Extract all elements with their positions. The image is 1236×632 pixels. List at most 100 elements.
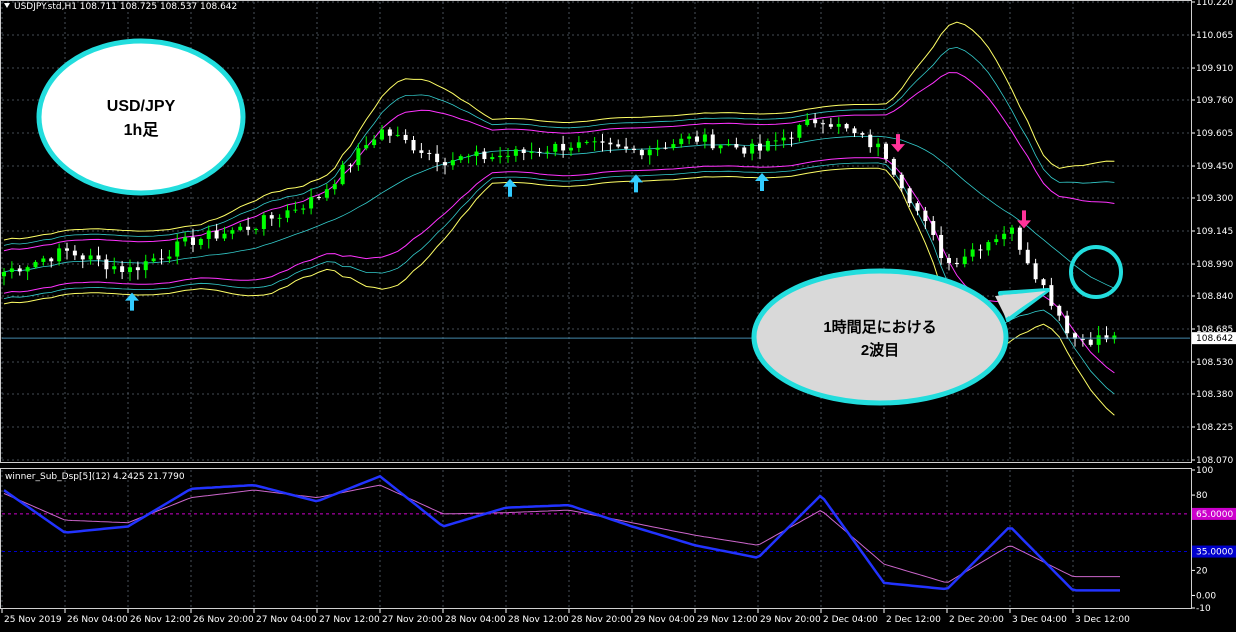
x-tick-label: 27 Nov 20:00: [382, 615, 443, 625]
callout-second-wave-line2: 2波目: [861, 341, 899, 359]
y-tick-label: 110.220: [1196, 0, 1233, 8]
candle-body: [395, 134, 400, 136]
candle-body: [789, 137, 794, 139]
candle-body: [797, 124, 802, 138]
candle-body: [1049, 285, 1054, 306]
candle-body: [939, 234, 944, 259]
candle-body: [332, 184, 337, 190]
candle-body: [899, 174, 904, 189]
candle-body: [403, 134, 408, 140]
candle-body: [679, 138, 684, 145]
x-tick-label: 27 Nov 04:00: [256, 615, 317, 625]
candle-body: [891, 158, 896, 175]
candle-body: [978, 249, 983, 251]
candle-body: [222, 233, 227, 239]
y-tick-label: 108.530: [1196, 358, 1233, 368]
candle-body: [435, 153, 440, 163]
candle-body: [821, 123, 825, 125]
candle-body: [1010, 227, 1014, 234]
candle-body: [17, 268, 22, 272]
candle-body: [159, 258, 164, 260]
candle-body: [1025, 249, 1030, 264]
x-tick-label: 29 Nov 04:00: [634, 615, 695, 625]
candle-body: [450, 160, 455, 166]
candle-body: [506, 155, 510, 157]
osc-level-label: 65.0000: [1196, 510, 1233, 520]
candle-body: [65, 248, 69, 251]
y-tick-label: 109.760: [1196, 96, 1233, 106]
candle-body: [616, 144, 621, 147]
candle-body: [309, 197, 314, 209]
candle-body: [1002, 233, 1007, 240]
candle-body: [57, 248, 62, 262]
x-tick-label: 2 Dec 20:00: [949, 615, 1004, 625]
x-tick-label: 27 Nov 12:00: [319, 615, 380, 625]
candle-body: [569, 147, 573, 151]
candle-body: [135, 267, 140, 271]
candle-body: [1033, 263, 1038, 280]
candle-body: [72, 250, 77, 256]
candle-body: [380, 129, 384, 140]
y-tick-label: 108.840: [1196, 292, 1233, 302]
candle-body: [340, 164, 345, 185]
candle-body: [104, 259, 109, 270]
candle-body: [852, 128, 857, 134]
candle-body: [214, 230, 219, 239]
candle-body: [553, 143, 558, 152]
y-tick-label: 109.605: [1196, 129, 1233, 139]
candle-body: [884, 143, 888, 159]
candle-body: [813, 119, 818, 124]
candle-body: [765, 141, 770, 151]
x-tick-label: 3 Dec 12:00: [1075, 615, 1130, 625]
candle-body: [88, 255, 93, 260]
x-tick-label: 29 Nov 12:00: [697, 615, 758, 625]
candle-body: [608, 142, 613, 145]
candle-body: [836, 123, 841, 127]
osc-tick-label: 80: [1196, 491, 1208, 501]
candle-body: [167, 256, 172, 259]
y-tick-label: 109.450: [1196, 162, 1233, 172]
candle-body: [206, 230, 211, 239]
candle-body: [277, 217, 282, 219]
x-tick-label: 25 Nov 2019: [4, 615, 62, 625]
candle-body: [931, 221, 936, 235]
x-tick-label: 2 Dec 04:00: [823, 615, 878, 625]
candle-body: [844, 123, 849, 129]
candle-body: [702, 134, 707, 142]
x-tick-label: 26 Nov 20:00: [193, 615, 254, 625]
candle-body: [513, 149, 518, 156]
candle-body: [120, 266, 125, 273]
candle-body: [695, 136, 699, 142]
candle-body: [994, 239, 999, 243]
y-tick-label: 109.300: [1196, 194, 1233, 204]
candle-body: [632, 148, 636, 151]
candle-body: [25, 267, 30, 272]
candle-body: [860, 133, 865, 135]
candle-body: [198, 238, 203, 245]
candle-body: [143, 261, 148, 271]
candle-body: [545, 151, 550, 153]
candle-body: [466, 156, 471, 158]
candle-body: [2, 271, 6, 277]
candle-body: [443, 162, 447, 166]
candle-body: [947, 258, 951, 263]
candle-body: [1057, 305, 1062, 316]
candle-body: [1088, 339, 1093, 345]
candle-body: [876, 143, 881, 148]
candle-body: [238, 226, 243, 231]
candle-body: [151, 258, 156, 262]
candle-body: [301, 208, 306, 210]
x-tick-label: 2 Dec 12:00: [886, 615, 941, 625]
x-tick-label: 29 Nov 20:00: [760, 615, 821, 625]
x-tick-label: 26 Nov 12:00: [130, 615, 191, 625]
candle-body: [521, 149, 526, 154]
y-tick-label: 108.380: [1196, 390, 1233, 400]
candle-body: [269, 215, 274, 219]
callout-second-wave-line1: 1時間足における: [823, 318, 936, 336]
candle-body: [671, 144, 676, 148]
osc-tick-label: -10: [1196, 604, 1211, 614]
candle-body: [624, 146, 629, 149]
candle-body: [907, 188, 912, 204]
candle-body: [348, 164, 353, 166]
y-tick-label: 109.910: [1196, 64, 1233, 74]
